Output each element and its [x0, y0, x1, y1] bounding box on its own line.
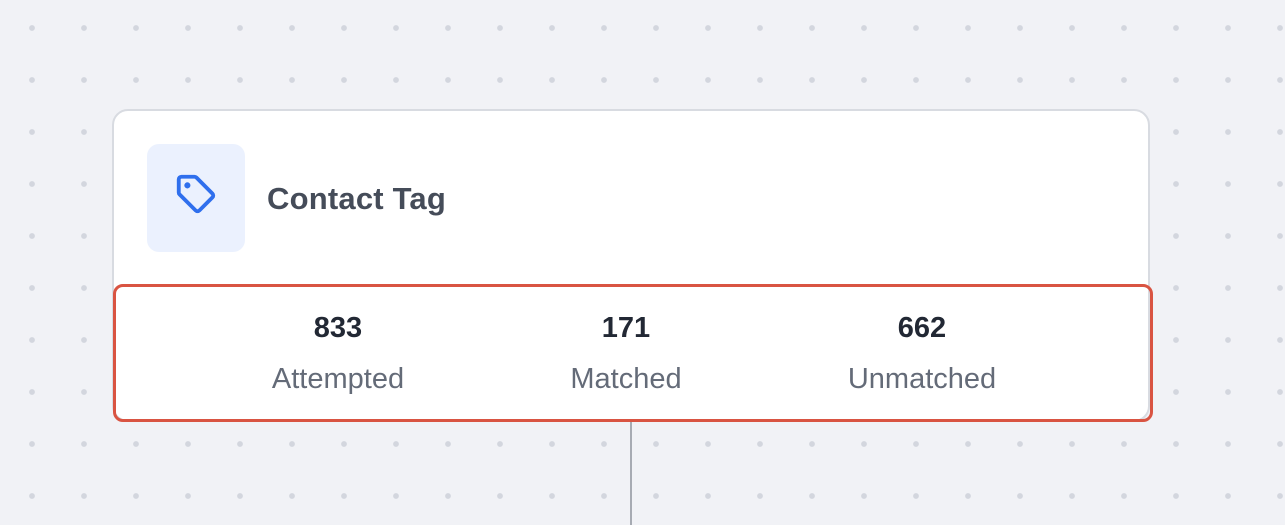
- node-stats-row[interactable]: 833 Attempted 171 Matched 662 Unmatched: [113, 284, 1153, 422]
- stat-attempted-label: Attempted: [271, 363, 405, 395]
- stat-unmatched-value: 662: [897, 312, 947, 344]
- stat-attempted[interactable]: 833 Attempted: [238, 287, 438, 419]
- connector-line: [630, 420, 632, 525]
- stat-attempted-value: 833: [313, 312, 363, 344]
- stat-matched-value: 171: [601, 312, 651, 344]
- stat-matched[interactable]: 171 Matched: [526, 287, 726, 419]
- stat-unmatched-label: Unmatched: [847, 363, 997, 395]
- node-title: Contact Tag: [267, 181, 447, 216]
- node-icon-tile: [147, 144, 245, 252]
- node-header[interactable]: Contact Tag: [114, 111, 1148, 287]
- workflow-canvas[interactable]: Contact Tag 833 Attempted 171 Matched 66…: [0, 0, 1285, 525]
- stat-matched-label: Matched: [570, 363, 682, 395]
- tag-icon: [173, 174, 219, 217]
- stat-unmatched[interactable]: 662 Unmatched: [812, 287, 1032, 419]
